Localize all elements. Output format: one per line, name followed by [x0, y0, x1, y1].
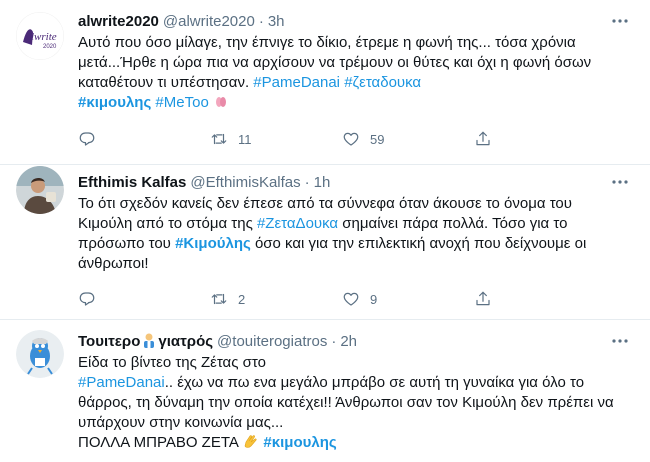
hashtag-link[interactable]: #κιμουλης — [263, 434, 336, 451]
like-icon — [343, 132, 359, 146]
reply-button[interactable] — [78, 290, 210, 308]
avatar[interactable] — [16, 166, 64, 214]
doctor-emoji — [141, 332, 157, 348]
like-count: 59 — [370, 131, 385, 147]
alwrite-logo-avatar: lwrite 2020 — [16, 12, 64, 60]
display-name[interactable]: alwrite2020 — [78, 13, 159, 30]
display-name-part: γιατρός — [158, 333, 214, 350]
svg-text:lwrite: lwrite — [31, 31, 57, 43]
hashtag-link[interactable]: #κιμουλης — [78, 94, 151, 111]
hashtag-link[interactable]: #ζεταδουκα — [344, 74, 421, 91]
tweet-header: Τουιτερο γιατρός @touiterogiatros · 2h — [78, 331, 630, 351]
tweet-text: Το ότι σχεδόν κανείς δεν έπεσε από τα σύ… — [78, 194, 630, 274]
tweet-content: alwrite2020 @alwrite2020 · 3h Αυτό που ό… — [78, 11, 630, 113]
reply-button[interactable] — [78, 130, 210, 148]
retweet-button[interactable]: 11 — [210, 130, 342, 148]
tweet-header: alwrite2020 @alwrite2020 · 3h — [78, 11, 630, 31]
share-icon — [476, 131, 490, 146]
tweet-feed: lwrite 2020 alwrite2020 @alwrite2020 · 3… — [0, 0, 650, 462]
reply-icon — [79, 292, 95, 306]
more-icon[interactable] — [610, 172, 630, 192]
like-button[interactable]: 59 — [342, 130, 474, 148]
more-icon[interactable] — [610, 331, 630, 351]
avatar[interactable] — [16, 330, 64, 378]
share-button[interactable] — [474, 130, 492, 148]
hashtag-link[interactable]: #MeToo — [155, 94, 208, 111]
tweet-actions: 11 59 — [78, 130, 598, 148]
separator-dot: · — [331, 332, 337, 350]
hashtag-link[interactable]: #ΖεταΔουκα — [257, 215, 338, 232]
retweet-icon — [211, 293, 227, 305]
tweet-body: Είδα το βίντεο της Ζέτας στο — [78, 354, 266, 371]
separator-dot: · — [258, 12, 264, 30]
share-icon — [476, 291, 490, 306]
hashtag-link[interactable]: #PameDanai — [253, 74, 340, 91]
tweet-actions: 2 9 — [78, 290, 598, 308]
hashtag-link[interactable]: #Κιμούλης — [175, 235, 251, 252]
reply-icon — [79, 132, 95, 146]
user-handle[interactable]: @touiterogiatros — [217, 333, 327, 350]
profile-photo — [16, 166, 64, 214]
retweet-icon — [211, 133, 227, 145]
display-name[interactable]: Τουιτερο γιατρός — [78, 332, 213, 350]
like-button[interactable]: 9 — [342, 290, 474, 308]
user-handle[interactable]: @EfthimisKalfas — [190, 174, 300, 191]
tweet-content: Τουιτερο γιατρός @touiterogiatros · 2h Ε… — [78, 331, 630, 453]
display-name[interactable]: Efthimis Kalfas — [78, 174, 186, 191]
timestamp[interactable]: 1h — [314, 174, 331, 191]
retweet-count: 11 — [238, 131, 252, 147]
tweet-text: Αυτό που όσο μίλαγε, την έπνιγε το δίκιο… — [78, 33, 630, 113]
user-handle[interactable]: @alwrite2020 — [163, 13, 255, 30]
display-name-part: Τουιτερο — [78, 333, 141, 350]
more-icon[interactable] — [610, 11, 630, 31]
hashtag-link[interactable]: #PameDanai — [78, 374, 165, 391]
timestamp[interactable]: 3h — [268, 13, 285, 30]
clap-emoji — [242, 433, 259, 450]
tweet-text: Είδα το βίντεο της Ζέτας στο #PameDanai.… — [78, 353, 630, 453]
avatar[interactable]: lwrite 2020 — [16, 12, 64, 60]
svg-text:2020: 2020 — [43, 44, 57, 50]
tweet-content: Efthimis Kalfas @EfthimisKalfas · 1h Το … — [78, 172, 630, 274]
retweet-button[interactable]: 2 — [210, 290, 342, 308]
like-icon — [343, 292, 359, 306]
tweet-body: ΠΟΛΛΑ ΜΠΡΑΒΟ ΖΕΤΑ — [78, 434, 243, 451]
pink-hands-emoji — [213, 93, 229, 109]
timestamp[interactable]: 2h — [340, 333, 357, 350]
separator-dot: · — [304, 173, 310, 191]
like-count: 9 — [370, 291, 378, 307]
share-button[interactable] — [474, 290, 492, 308]
retweet-count: 2 — [238, 291, 246, 307]
doctor-bird-avatar — [16, 330, 64, 378]
tweet-header: Efthimis Kalfas @EfthimisKalfas · 1h — [78, 172, 630, 192]
